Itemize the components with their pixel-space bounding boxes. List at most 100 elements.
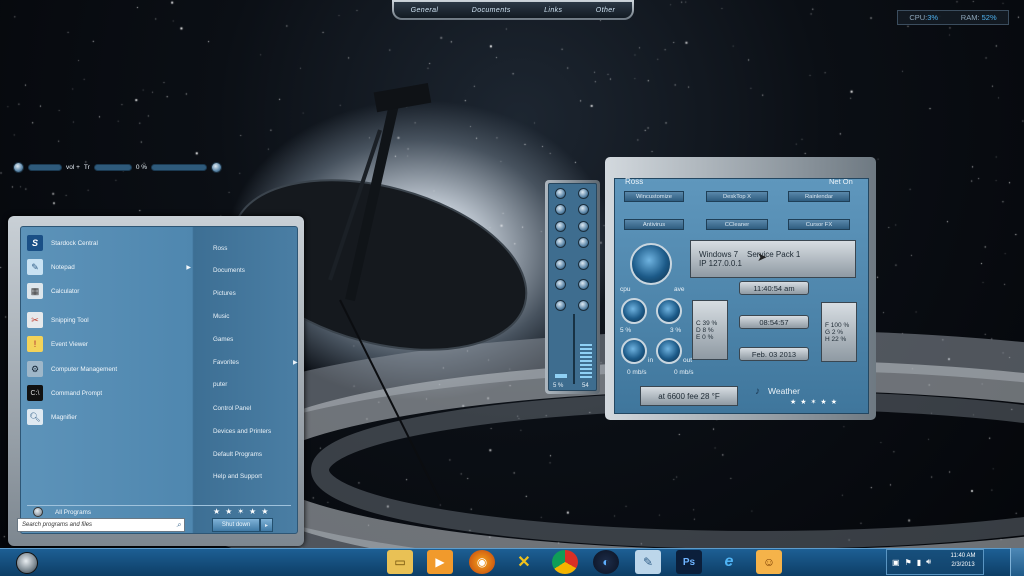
system-monitor: CPU:3% RAM: 52%	[897, 10, 1009, 25]
mixer-knob[interactable]	[578, 259, 589, 270]
core-dial-icon	[621, 298, 647, 324]
net-out-dial-icon	[656, 338, 682, 364]
flag-icon[interactable]: ⚑	[905, 558, 912, 567]
search-input[interactable]: Search programs and files ⌕	[17, 518, 185, 532]
drive-letter: E	[696, 333, 701, 341]
extra-app-icon[interactable]: ☺	[756, 550, 782, 574]
show-desktop-button[interactable]	[1010, 548, 1024, 576]
x-tool-icon[interactable]: ✕	[511, 550, 537, 574]
antivirus-button[interactable]: Antivirus	[624, 219, 684, 230]
ave-label: ave	[674, 286, 685, 293]
program-computer-management[interactable]: ⚙ Computer Management	[27, 359, 197, 379]
mixer-knob[interactable]	[578, 204, 589, 215]
mixer-knob[interactable]	[578, 237, 589, 248]
place-pictures[interactable]: Pictures	[213, 290, 236, 297]
program-label: Command Prompt	[51, 389, 103, 397]
level-meter-right	[580, 344, 592, 378]
program-stardock-central[interactable]: S Stardock Central	[27, 233, 197, 253]
mixer-knob[interactable]	[578, 221, 589, 232]
place-music[interactable]: Music	[213, 313, 229, 320]
place-control-panel[interactable]: Control Panel	[213, 405, 251, 412]
photoshop-icon[interactable]: Ps	[676, 550, 702, 574]
tr-track[interactable]	[93, 163, 132, 171]
top-menu-documents[interactable]: Documents	[472, 7, 511, 14]
rainlendar-button[interactable]: Rainlendar	[788, 191, 850, 202]
top-menu-links[interactable]: Links	[544, 7, 562, 14]
volume-knob[interactable]	[13, 161, 24, 173]
mixer-knob[interactable]	[555, 188, 566, 199]
program-snipping-tool[interactable]: ✂ Snipping Tool	[27, 310, 197, 330]
explorer-icon[interactable]: ▭	[387, 550, 413, 574]
place-devices-and-printers[interactable]: Devices and Printers	[213, 428, 271, 435]
tray-app-icon[interactable]: ▣	[892, 558, 900, 567]
os-info-display: Windows 7 Service Pack 1 IP 127.0.0.1	[690, 240, 856, 278]
volume-knob-right[interactable]	[211, 161, 223, 173]
program-label: Notepad	[51, 263, 75, 271]
network-icon[interactable]: ▮	[917, 558, 921, 567]
place-favorites[interactable]: Favorites ▶	[213, 359, 298, 366]
volume-mixer-gadget: 5 % 54	[545, 180, 600, 394]
in-rate: 0 mb/s	[627, 369, 647, 376]
mixer-knob[interactable]	[555, 279, 566, 290]
place-default-programs[interactable]: Default Programs	[213, 451, 262, 458]
all-programs-arrow-icon	[33, 507, 43, 517]
time-display: 11:40:54 am	[739, 281, 809, 295]
ccleaner-button[interactable]: CCleaner	[706, 219, 768, 230]
desktop-x-button[interactable]: DeskTop X	[706, 191, 768, 202]
shutdown-options-arrow-icon[interactable]: ▸	[260, 518, 273, 532]
program-magnifier[interactable]: 🔍︎ Magnifier	[27, 407, 197, 427]
mixer-knob[interactable]	[555, 300, 566, 311]
drive-usage: 39 %	[702, 319, 718, 327]
wincustomize-button[interactable]: Wincustomize	[624, 191, 684, 202]
mixer-knob[interactable]	[578, 300, 589, 311]
cpu-label: CPU:	[909, 13, 928, 22]
volume-track[interactable]	[28, 163, 62, 171]
place-puter[interactable]: puter	[213, 381, 227, 388]
clock[interactable]: 11:40 AM 2/3/2013	[940, 552, 986, 570]
calculator-icon: ▦	[27, 283, 43, 299]
mixer-right-value: 54	[582, 383, 589, 389]
os-service-pack: Service Pack 1	[747, 250, 801, 259]
place-help-and-support[interactable]: Help and Support	[213, 473, 262, 480]
notepad-taskbar-icon[interactable]: ✎	[635, 550, 661, 574]
cpu-percent: 5 %	[620, 327, 632, 334]
program-calculator[interactable]: ▦ Calculator	[27, 281, 197, 301]
gadget-panel	[614, 178, 869, 414]
mixer-knob[interactable]	[555, 237, 566, 248]
mouse-cursor-icon: ➤	[757, 250, 768, 264]
percent-track[interactable]	[151, 163, 208, 171]
cursor-fx-button[interactable]: Cursor FX	[788, 219, 850, 230]
place-games[interactable]: Games	[213, 336, 233, 343]
internet-explorer-icon[interactable]: e	[716, 550, 742, 574]
volume-icon[interactable]: 🔊︎	[926, 557, 931, 567]
top-menu-other[interactable]: Other	[596, 7, 616, 14]
app-swirl-icon[interactable]: ◐	[593, 550, 619, 574]
place-documents[interactable]: Documents	[213, 267, 245, 274]
tr-label: Tr	[83, 163, 90, 171]
start-button[interactable]	[16, 552, 38, 574]
mixer-knob[interactable]	[578, 279, 589, 290]
weather-label[interactable]: Weather	[768, 386, 800, 396]
net-in-dial-icon	[621, 338, 647, 364]
place-ross[interactable]: Ross	[213, 245, 227, 252]
mixer-knob[interactable]	[555, 221, 566, 232]
mixer-knob[interactable]	[555, 259, 566, 270]
stars-decoration-icon: ★★✶★★	[790, 399, 841, 406]
clock-date: 2/3/2013	[951, 562, 975, 568]
program-notepad[interactable]: ✎ Notepad ▶	[27, 257, 197, 277]
mixer-knob[interactable]	[555, 204, 566, 215]
level-meter-left	[555, 374, 567, 378]
right-drives-display: F 100 % G 2 % H 22 %	[821, 302, 857, 362]
all-programs-button[interactable]: All Programs	[33, 507, 91, 517]
top-menu-bar: General Documents Links Other	[392, 0, 634, 20]
program-command-prompt[interactable]: C:\ Command Prompt	[27, 383, 197, 403]
program-label: Magnifier	[51, 413, 77, 421]
mixer-knob[interactable]	[578, 188, 589, 199]
shutdown-button[interactable]: Shut down	[212, 518, 260, 532]
media-player-icon[interactable]: ▶	[427, 550, 453, 574]
top-menu-general[interactable]: General	[411, 7, 439, 14]
firefox-icon[interactable]: ◉	[469, 550, 495, 574]
os-name: Windows 7	[699, 250, 739, 259]
program-event-viewer[interactable]: ! Event Viewer	[27, 334, 197, 354]
chrome-icon[interactable]	[552, 550, 578, 574]
